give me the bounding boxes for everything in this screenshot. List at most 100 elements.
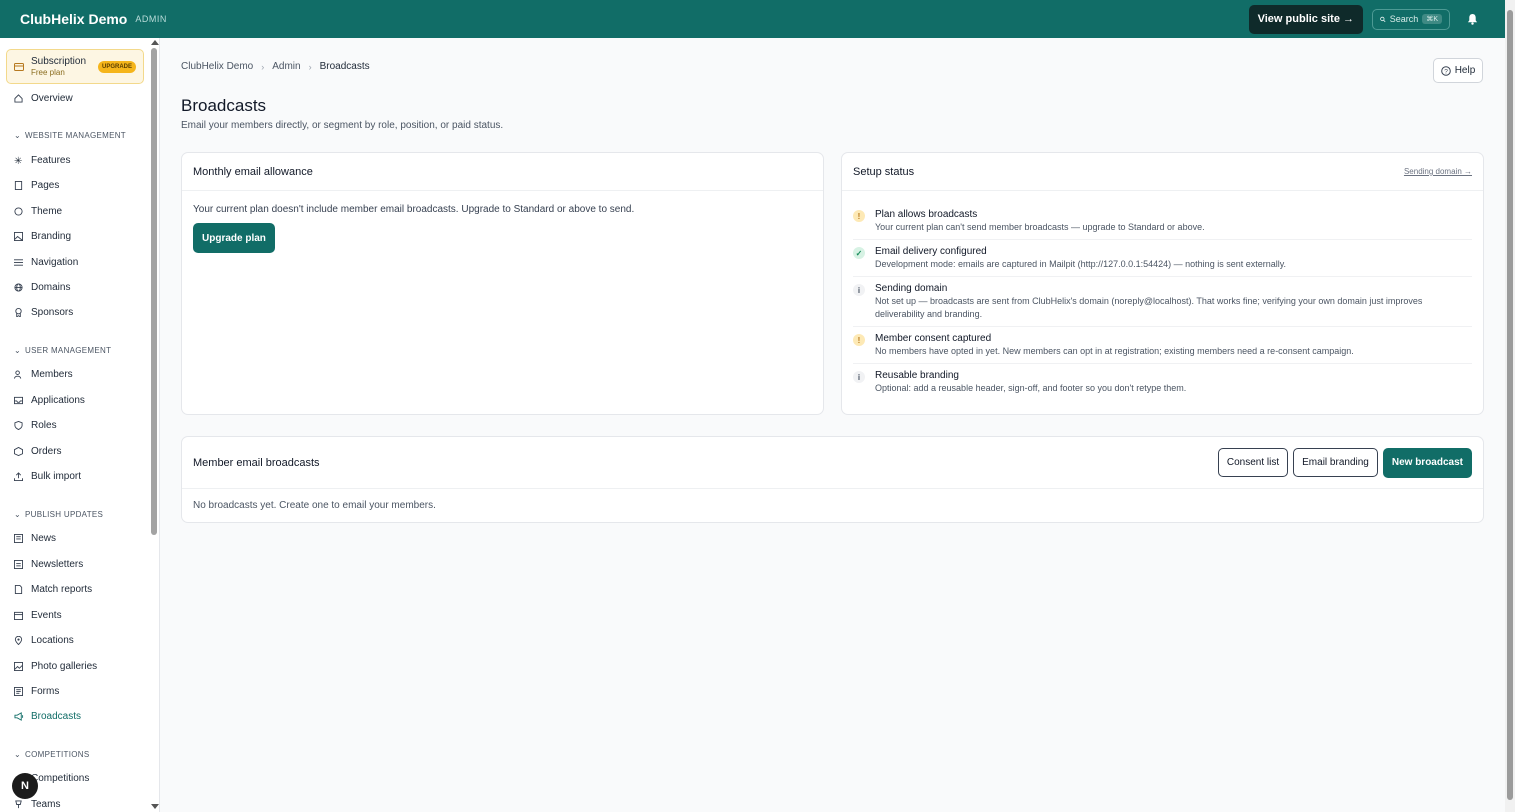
status-title: Email delivery configured	[875, 246, 987, 257]
sidebar-item-label: Broadcasts	[31, 710, 82, 722]
search-label: Search	[1389, 14, 1419, 24]
newsletter-icon	[14, 559, 23, 569]
chevron-down-icon: ⌄	[14, 750, 22, 759]
app-name[interactable]: ClubHelix Demo	[20, 11, 127, 27]
warning-icon: !	[853, 334, 865, 346]
section-competitions[interactable]: ⌄ COMPETITIONS	[14, 750, 90, 759]
chevron-down-icon: ⌄	[14, 131, 22, 140]
page-title: Broadcasts	[181, 96, 267, 115]
sidebar-item-label: Orders	[31, 445, 62, 457]
sidebar-item-sponsors[interactable]: Sponsors	[14, 304, 73, 320]
sidebar-item-events[interactable]: Events	[14, 607, 62, 623]
sidebar-item-label: Bulk import	[31, 470, 82, 482]
sidebar-item-match-reports[interactable]: Match reports	[14, 581, 92, 597]
status-title: Sending domain	[875, 283, 948, 294]
admin-label: ADMIN	[135, 14, 167, 24]
search-button[interactable]: Search ⌘K	[1372, 8, 1450, 30]
sidebar-item-domains[interactable]: Domains	[14, 279, 70, 295]
member-broadcasts-card: Member email broadcasts Consent list Ema…	[181, 436, 1484, 523]
upgrade-plan-button[interactable]: Upgrade plan	[193, 223, 275, 253]
sidebar-item-orders[interactable]: Orders	[14, 443, 62, 459]
status-row: i Reusable branding Optional: add a reusa…	[853, 364, 1472, 400]
sidebar-item-label: Competitions	[31, 772, 90, 784]
floating-n-button[interactable]: N	[12, 773, 38, 799]
chevron-right-icon: ›	[261, 61, 265, 72]
upgrade-badge[interactable]: UPGRADE	[97, 60, 136, 73]
sidebar-item-pages[interactable]: Pages	[14, 177, 59, 193]
sidebar-item-bulk-import[interactable]: Bulk import	[14, 468, 81, 484]
sidebar-item-forms[interactable]: Forms	[14, 683, 59, 699]
card-title: Monthly email allowance	[182, 153, 823, 191]
breadcrumb-current: Broadcasts	[319, 61, 370, 72]
email-branding-button[interactable]: Email branding	[1293, 447, 1378, 477]
map-pin-icon	[14, 635, 23, 645]
info-icon: i	[853, 371, 865, 383]
sidebar-item-members[interactable]: Members	[14, 366, 73, 382]
allowance-message: Your current plan doesn't include member…	[193, 204, 635, 215]
bell-icon	[1467, 13, 1477, 25]
notifications-button[interactable]	[1459, 9, 1485, 29]
sidebar-item-label: Features	[31, 154, 71, 166]
email-allowance-card: Monthly email allowance Your current pla…	[181, 152, 824, 415]
sidebar-item-label: Domains	[31, 281, 71, 293]
award-icon	[14, 307, 23, 318]
consent-list-button[interactable]: Consent list	[1217, 447, 1289, 477]
sending-domain-link[interactable]: Sending domain →	[1404, 167, 1472, 176]
check-icon: ✓	[853, 247, 865, 259]
sidebar-item-label: Roles	[31, 419, 57, 431]
sidebar-item-navigation[interactable]: Navigation	[14, 254, 78, 270]
status-description: Not set up — broadcasts are sent from Cl…	[875, 296, 1423, 319]
shield-icon	[14, 420, 23, 430]
card-icon	[14, 62, 24, 71]
subscription-card[interactable]: Subscription Free plan UPGRADE	[6, 49, 144, 84]
sidebar-item-branding[interactable]: Branding	[14, 228, 71, 244]
sidebar-scrollbar[interactable]	[150, 38, 159, 812]
help-button[interactable]: ? Help	[1433, 58, 1483, 83]
sidebar-item-label: Sponsors	[31, 306, 74, 318]
breadcrumb-item[interactable]: ClubHelix Demo	[181, 61, 253, 72]
newspaper-icon	[14, 533, 23, 543]
svg-text:?: ?	[1444, 68, 1448, 75]
sidebar-item-news[interactable]: News	[14, 530, 56, 546]
inbox-icon	[14, 396, 23, 405]
breadcrumb-item[interactable]: Admin	[272, 61, 300, 72]
sidebar-item-overview[interactable]: Overview	[14, 90, 73, 106]
section-publish-updates[interactable]: ⌄ PUBLISH UPDATES	[14, 510, 103, 519]
status-description: No members have opted in yet. New member…	[875, 346, 1354, 356]
sidebar-item-applications[interactable]: Applications	[14, 392, 85, 408]
status-row: ! Plan allows broadcasts Your current pla…	[853, 203, 1472, 240]
globe-icon	[14, 282, 23, 292]
file-icon	[14, 584, 23, 594]
section-website-management[interactable]: ⌄ WEBSITE MANAGEMENT	[14, 131, 126, 140]
section-user-management[interactable]: ⌄ USER MANAGEMENT	[14, 346, 111, 355]
form-icon	[14, 686, 23, 696]
sidebar-item-newsletters[interactable]: Newsletters	[14, 556, 83, 572]
empty-state: No broadcasts yet. Create one to email y…	[193, 500, 436, 511]
page-subtitle: Email your members directly, or segment …	[181, 120, 504, 131]
megaphone-icon	[14, 711, 24, 721]
sidebar-item-features[interactable]: ✳ Features	[14, 152, 70, 168]
status-title: Reusable branding	[875, 370, 959, 381]
sidebar-item-roles[interactable]: Roles	[14, 417, 57, 433]
sidebar-scroll-down-icon[interactable]	[151, 804, 159, 809]
sidebar-item-photo-galleries[interactable]: Photo galleries	[14, 658, 97, 674]
users-icon	[14, 369, 23, 379]
page-scrollbar[interactable]	[1505, 0, 1515, 812]
sidebar-item-broadcasts[interactable]: Broadcasts	[14, 708, 81, 724]
sidebar-item-label: Locations	[31, 634, 74, 646]
setup-status-card: Setup status Sending domain → ! Plan all…	[841, 152, 1484, 415]
subscription-plan: Free plan	[31, 67, 65, 77]
status-title: Member consent captured	[875, 333, 992, 344]
sidebar-item-label: Applications	[31, 394, 85, 406]
status-description: Development mode: emails are captured in…	[875, 259, 1287, 269]
subscription-title: Subscription	[31, 55, 87, 67]
sidebar-item-locations[interactable]: Locations	[14, 632, 74, 648]
view-public-site-button[interactable]: View public site →	[1248, 4, 1363, 34]
new-broadcast-button[interactable]: New broadcast	[1382, 447, 1472, 478]
chevron-down-icon: ⌄	[14, 346, 22, 355]
status-row: ✓ Email delivery configured Development m…	[853, 240, 1472, 277]
sidebar-item-theme[interactable]: Theme	[14, 203, 62, 219]
chevron-down-icon: ⌄	[14, 510, 22, 519]
card-title: Setup status	[853, 165, 915, 178]
sidebar-item-label: Members	[31, 368, 73, 380]
